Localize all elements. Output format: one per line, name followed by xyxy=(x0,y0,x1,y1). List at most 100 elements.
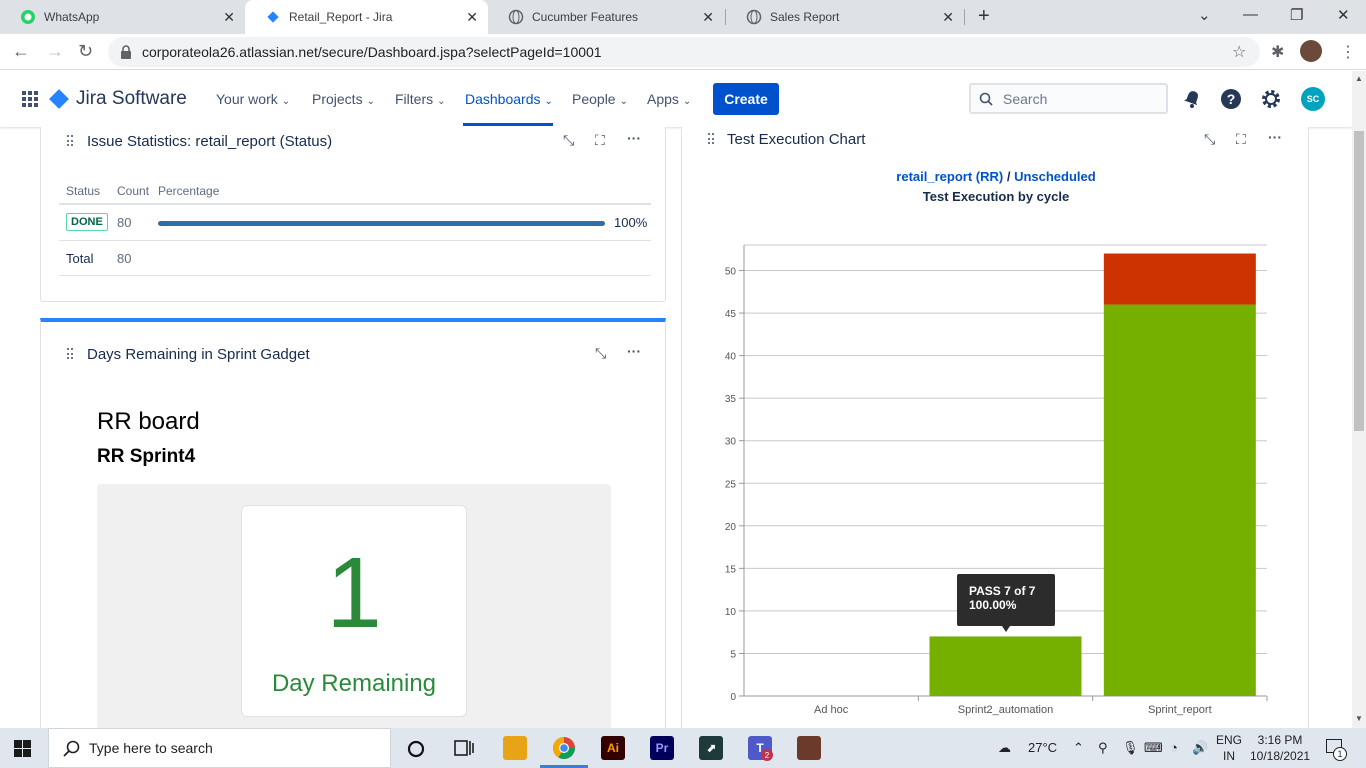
url-field[interactable]: corporateola26.atlassian.net/secure/Dash… xyxy=(108,37,1260,67)
minimize-icon[interactable]: — xyxy=(1243,6,1258,23)
task-view-icon[interactable] xyxy=(454,739,474,757)
extensions-icon[interactable]: ✱ xyxy=(1271,42,1284,62)
notifications-icon[interactable] xyxy=(1181,88,1203,110)
file-explorer-icon[interactable] xyxy=(503,736,527,760)
profile-avatar[interactable] xyxy=(1300,40,1322,62)
x-tick-label: Sprint_report xyxy=(1148,704,1212,716)
game-icon[interactable] xyxy=(797,736,821,760)
y-tick-label: 40 xyxy=(725,352,737,363)
forward-icon[interactable]: → xyxy=(46,41,64,62)
network-icon[interactable]: ⚲ xyxy=(1098,740,1108,756)
gadget-title: Issue Statistics: retail_report (Status) xyxy=(87,133,333,150)
nav-projects[interactable]: Projects ⌄ xyxy=(312,91,375,107)
minimize-gadget-icon[interactable]: ⤡ xyxy=(563,132,574,149)
bar-segment xyxy=(929,636,1082,696)
close-icon[interactable]: ✕ xyxy=(702,9,714,26)
chevron-down-icon: ⌄ xyxy=(544,96,553,107)
more-options-icon[interactable]: ··· xyxy=(627,130,641,146)
weather-icon[interactable]: ☁ xyxy=(998,740,1011,756)
total-label: Total xyxy=(66,251,94,266)
back-icon[interactable]: ← xyxy=(12,41,30,62)
clock[interactable]: 3:16 PM 10/18/2021 xyxy=(1250,732,1310,764)
close-icon[interactable]: ✕ xyxy=(942,9,954,26)
y-tick-label: 5 xyxy=(730,649,736,660)
days-remaining-gadget: Days Remaining in Sprint Gadget ⤡ ··· RR… xyxy=(40,318,666,744)
browser-menu-icon[interactable]: ⋮ xyxy=(1340,42,1356,62)
wifi-icon[interactable]: ◔ xyxy=(1170,740,1178,755)
status-count[interactable]: 80 xyxy=(117,215,131,230)
nav-apps[interactable]: Apps ⌄ xyxy=(647,91,691,107)
close-icon[interactable]: ✕ xyxy=(466,9,478,26)
help-icon[interactable]: ? xyxy=(1220,88,1242,110)
window-close-icon[interactable]: ✕ xyxy=(1337,6,1350,24)
tab-title: Cucumber Features xyxy=(532,10,639,24)
taskbar-search-placeholder: Type here to search xyxy=(89,740,213,756)
scroll-down-icon[interactable]: ▼ xyxy=(1355,714,1363,723)
bar-chart: 0 5 10 15 20 25 30 35 40 45 50 Ad hoc Sprint2_automa… xyxy=(725,244,1268,716)
y-tick-label: 30 xyxy=(725,437,737,448)
nav-filters[interactable]: Filters ⌄ xyxy=(395,91,446,107)
settings-gear-icon[interactable] xyxy=(1260,88,1282,110)
tab-separator xyxy=(964,9,965,25)
tab-whatsapp[interactable]: WhatsApp ✕ xyxy=(0,0,245,34)
user-avatar[interactable]: SC xyxy=(1301,87,1325,111)
search-input[interactable]: Search xyxy=(969,83,1168,114)
close-icon[interactable]: ✕ xyxy=(223,9,235,26)
chevron-down-icon: ⌄ xyxy=(619,96,628,107)
illustrator-icon[interactable]: Ai xyxy=(601,736,625,760)
restore-icon[interactable]: ❐ xyxy=(1290,6,1303,24)
tab-title: WhatsApp xyxy=(44,10,100,24)
page-scrollbar[interactable]: ▲ ▼ xyxy=(1352,71,1366,728)
input-method-icon[interactable]: ⌨ xyxy=(1144,740,1163,756)
whatsapp-icon xyxy=(20,9,36,25)
gadget-title: Days Remaining in Sprint Gadget xyxy=(87,346,310,363)
scroll-up-icon[interactable]: ▲ xyxy=(1355,74,1363,83)
status-badge[interactable]: DONE xyxy=(66,213,108,231)
new-tab-icon[interactable]: + xyxy=(978,5,990,28)
notification-count: 1 xyxy=(1333,747,1347,761)
reload-icon[interactable]: ↻ xyxy=(78,41,93,62)
bar-segment xyxy=(1103,304,1256,696)
tray-chevron-icon[interactable]: ⌃ xyxy=(1073,740,1084,756)
volume-icon[interactable]: 🔊 xyxy=(1192,740,1208,756)
nav-your-work[interactable]: Your work ⌄ xyxy=(216,91,290,107)
globe-icon xyxy=(746,9,762,25)
tab-sales-report[interactable]: Sales Report ✕ xyxy=(726,0,964,34)
y-tick-label: 50 xyxy=(725,267,737,278)
cortana-icon[interactable] xyxy=(406,739,426,759)
chrome-icon[interactable] xyxy=(552,736,576,760)
app-icon[interactable]: ⬈ xyxy=(699,736,723,760)
header-divider xyxy=(59,203,651,205)
language-indicator[interactable]: ENG IN xyxy=(1216,732,1242,764)
tab-retail-report-jira[interactable]: Retail_Report - Jira ✕ xyxy=(245,0,488,34)
create-button[interactable]: Create xyxy=(713,83,779,115)
drag-handle-icon[interactable] xyxy=(67,135,73,147)
microphone-icon[interactable]: 🎙 xyxy=(1122,740,1139,756)
product-name: Jira Software xyxy=(76,88,187,109)
nav-people[interactable]: People ⌄ xyxy=(572,91,628,107)
drag-handle-icon[interactable] xyxy=(67,348,73,360)
fullscreen-icon[interactable]: ⛶ xyxy=(595,132,605,149)
clock-time: 3:16 PM xyxy=(1257,733,1303,747)
premiere-icon[interactable]: Pr xyxy=(650,736,674,760)
y-tick-label: 35 xyxy=(725,394,737,405)
jira-diamond-icon xyxy=(49,89,69,109)
scroll-thumb[interactable] xyxy=(1354,131,1364,431)
bar-segment xyxy=(1103,253,1256,305)
tooltip-arrow xyxy=(1002,626,1010,632)
minimize-gadget-icon[interactable]: ⤡ xyxy=(595,345,606,362)
bookmark-star-icon[interactable]: ☆ xyxy=(1232,42,1246,62)
days-number: 1 xyxy=(326,537,382,649)
clock-date: 10/18/2021 xyxy=(1250,749,1311,763)
more-options-icon[interactable]: ··· xyxy=(627,343,641,359)
tab-cucumber-features[interactable]: Cucumber Features ✕ xyxy=(488,0,724,34)
test-execution-chart-gadget: Test Execution Chart ⤡ ⛶ ··· retail_repo… xyxy=(681,127,1309,737)
nav-dashboards[interactable]: Dashboards ⌄ xyxy=(465,91,553,107)
windows-start-icon[interactable] xyxy=(14,740,31,757)
tab-search-chevron-icon[interactable]: ⌄ xyxy=(1198,6,1211,24)
taskbar-search-input[interactable]: Type here to search xyxy=(48,728,391,768)
app-switcher-icon[interactable] xyxy=(22,91,38,107)
jira-logo[interactable]: Jira Software xyxy=(49,88,187,110)
weather-temp[interactable]: 27°C xyxy=(1028,740,1057,755)
sprint-name: RR Sprint4 xyxy=(97,446,196,467)
